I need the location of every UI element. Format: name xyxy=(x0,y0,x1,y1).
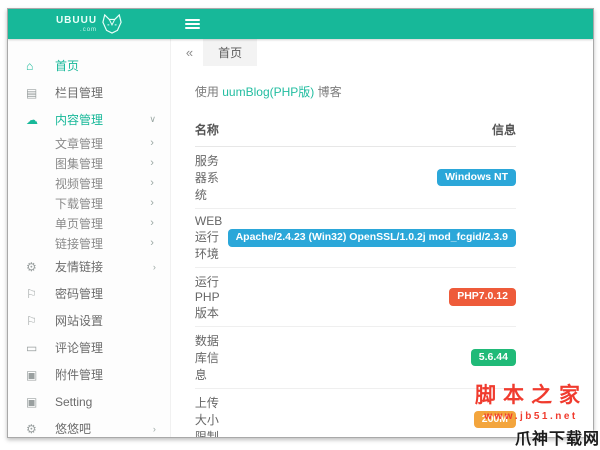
top-header: UBUUU .com xyxy=(8,9,593,39)
logo[interactable]: UBUUU .com xyxy=(8,9,171,39)
table-row: 运行PHP版本 PHP7.0.12 xyxy=(195,268,516,327)
page-content: 使用 uumBlog(PHP版) 博客 名称 信息 服务器系统 xyxy=(171,66,593,438)
sidebar-item-articles[interactable]: 文章管理 › xyxy=(8,133,170,153)
chevron-down-icon: ∨ xyxy=(149,114,156,125)
sidebar-item-label: 下载管理 xyxy=(55,195,103,212)
status-badge: PHP7.0.12 xyxy=(449,288,516,306)
row-label: 运行PHP版本 xyxy=(195,268,228,327)
sidebar-item-friend-links[interactable]: ⚙ 友情链接 › xyxy=(8,253,170,280)
sidebar-item-label: Setting xyxy=(55,395,92,409)
sidebar-item-columns[interactable]: ▤ 栏目管理 xyxy=(8,79,170,106)
row-label: WEB运行环境 xyxy=(195,209,228,268)
table-row: 服务器系统 Windows NT xyxy=(195,147,516,209)
server-info-table: 名称 信息 服务器系统 Windows NT WEB运行环境 Apa xyxy=(195,115,516,438)
sidebar-item-content[interactable]: ☁ 内容管理 ∨ xyxy=(8,106,170,133)
sidebar-item-label: 评论管理 xyxy=(55,339,103,356)
arrow-right-icon: › xyxy=(150,197,154,209)
sidebar-item-label: 友情链接 xyxy=(55,258,103,275)
sidebar-item-label: 文章管理 xyxy=(55,135,103,152)
sidebar-item-comments[interactable]: ▭ 评论管理 xyxy=(8,334,170,361)
arrow-right-icon: › xyxy=(150,217,154,229)
home-icon: ⌂ xyxy=(26,59,55,73)
tab-home[interactable]: 首页 xyxy=(203,39,257,66)
sidebar-item-site-settings[interactable]: ⚐ 网站设置 xyxy=(8,307,170,334)
sidebar-item-label: 栏目管理 xyxy=(55,84,103,101)
sidebar-item-youyouba[interactable]: ⚙ 悠悠吧 › xyxy=(8,415,170,438)
sidebar-item-attachments[interactable]: ▣ 附件管理 xyxy=(8,361,170,388)
gear-icon: ⚙ xyxy=(26,422,55,436)
sidebar-item-label: 链接管理 xyxy=(55,235,103,252)
arrow-right-icon: › xyxy=(153,424,156,434)
sidebar-item-label: 图集管理 xyxy=(55,155,103,172)
column-header-info: 信息 xyxy=(228,115,516,147)
sidebar-item-downloads[interactable]: 下载管理 › xyxy=(8,193,170,213)
hamburger-menu-icon[interactable] xyxy=(171,9,200,39)
gear-icon: ⚙ xyxy=(26,260,55,274)
sidebar-item-pages[interactable]: 单页管理 › xyxy=(8,213,170,233)
sidebar-item-galleries[interactable]: 图集管理 › xyxy=(8,153,170,173)
status-badge: 5.6.44 xyxy=(471,349,516,367)
sidebar-item-label: 首页 xyxy=(55,57,79,74)
row-label: 上传大小限制 xyxy=(195,389,228,439)
intro-prefix: 使用 xyxy=(195,85,222,99)
sidebar-item-label: 附件管理 xyxy=(55,366,103,383)
sidebar-item-label: 视频管理 xyxy=(55,175,103,192)
table-row: 数据库信息 5.6.44 xyxy=(195,327,516,389)
sidebar-item-label: 内容管理 xyxy=(55,111,103,128)
arrow-right-icon: › xyxy=(150,177,154,189)
sidebar-submenu: 文章管理 › 图集管理 › 视频管理 › 下载管理 › xyxy=(8,133,170,253)
sidebar-item-label: 悠悠吧 xyxy=(55,420,91,437)
arrow-right-icon: › xyxy=(150,157,154,169)
column-header-name: 名称 xyxy=(195,115,228,147)
intro-text: 使用 uumBlog(PHP版) 博客 xyxy=(195,83,516,100)
intro-highlight: uumBlog(PHP版) xyxy=(222,85,314,99)
logo-text: UBUUU .com xyxy=(56,16,97,33)
sidebar-item-home[interactable]: ⌂ 首页 xyxy=(8,52,170,79)
file-icon: ▣ xyxy=(26,395,55,409)
sidebar-item-links[interactable]: 链接管理 › xyxy=(8,233,170,253)
status-badge: 200M xyxy=(474,411,516,429)
sidebar-item-videos[interactable]: 视频管理 › xyxy=(8,173,170,193)
status-badge: Apache/2.4.23 (Win32) OpenSSL/1.0.2j mod… xyxy=(228,229,516,247)
table-row: WEB运行环境 Apache/2.4.23 (Win32) OpenSSL/1.… xyxy=(195,209,516,268)
sidebar-item-password[interactable]: ⚐ 密码管理 xyxy=(8,280,170,307)
row-label: 数据库信息 xyxy=(195,327,228,389)
row-label: 服务器系统 xyxy=(195,147,228,209)
fox-logo-icon xyxy=(101,14,123,34)
flag-icon: ⚐ xyxy=(26,287,55,301)
sidebar-item-label: 网站设置 xyxy=(55,312,103,329)
main-area: « 首页 使用 uumBlog(PHP版) 博客 名称 信息 xyxy=(171,39,593,438)
arrow-right-icon: › xyxy=(150,237,154,249)
tab-bar: « 首页 xyxy=(171,39,593,66)
sidebar-item-label: 单页管理 xyxy=(55,215,103,232)
arrow-right-icon: › xyxy=(150,137,154,149)
table-row: 上传大小限制 200M xyxy=(195,389,516,439)
app-window: UBUUU .com ⌂ 首页 ▤ 栏目管理 xyxy=(7,8,594,438)
file-icon: ▣ xyxy=(26,368,55,382)
list-icon: ▤ xyxy=(26,86,55,100)
logo-subtext: .com xyxy=(56,27,97,33)
sidebar-item-setting[interactable]: ▣ Setting xyxy=(8,388,170,415)
collapse-tabs-icon[interactable]: « xyxy=(180,45,199,60)
sidebar-item-label: 密码管理 xyxy=(55,285,103,302)
status-badge: Windows NT xyxy=(437,169,516,187)
page: UBUUU .com ⌂ 首页 ▤ 栏目管理 xyxy=(0,0,600,450)
comment-icon: ▭ xyxy=(26,341,55,355)
intro-suffix: 博客 xyxy=(314,85,341,99)
sidebar: ⌂ 首页 ▤ 栏目管理 ☁ 内容管理 ∨ 文章管理 › xyxy=(8,39,171,438)
cloud-icon: ☁ xyxy=(26,113,55,127)
flag-icon: ⚐ xyxy=(26,314,55,328)
arrow-right-icon: › xyxy=(153,262,156,272)
